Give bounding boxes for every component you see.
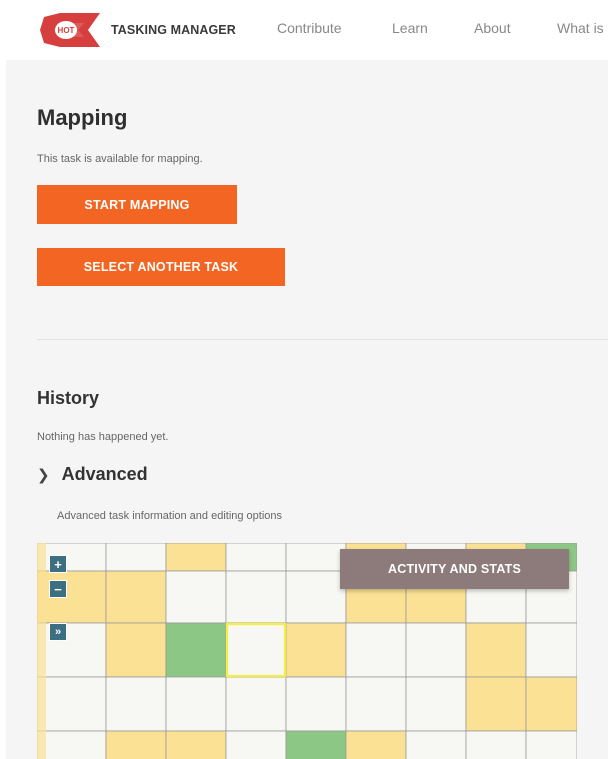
chevron-right-icon: ❯ [37,466,50,484]
mapping-title: Mapping [37,105,128,130]
zoom-in-button[interactable]: + [49,555,67,573]
nav-what-is[interactable]: What is [557,20,604,36]
logo-text: HOT [58,26,75,35]
activity-and-stats-button[interactable]: ACTIVITY AND STATS [340,549,569,589]
nav-contribute[interactable]: Contribute [277,20,342,36]
nav-about[interactable]: About [474,20,511,36]
select-another-task-button[interactable]: SELECT ANOTHER TASK [37,248,285,286]
top-navigation-bar: HOT TASKING MANAGER Contribute Learn Abo… [0,0,608,60]
expand-map-button[interactable]: » [49,623,67,641]
brand-title[interactable]: TASKING MANAGER [111,23,236,37]
task-panel: Mapping This task is available for mappi… [6,60,608,759]
history-title: History [37,388,100,408]
hot-logo-icon[interactable]: HOT [40,13,102,47]
zoom-out-button[interactable]: − [49,580,67,598]
history-text: Nothing has happened yet. [37,431,169,443]
start-mapping-button[interactable]: START MAPPING [37,185,237,224]
section-divider [37,339,608,340]
advanced-title: Advanced [61,464,148,484]
nav-learn[interactable]: Learn [392,20,428,36]
advanced-toggle[interactable]: ❯ Advanced [37,464,148,485]
mapping-status-text: This task is available for mapping. [37,153,203,165]
advanced-description: Advanced task information and editing op… [57,510,283,522]
